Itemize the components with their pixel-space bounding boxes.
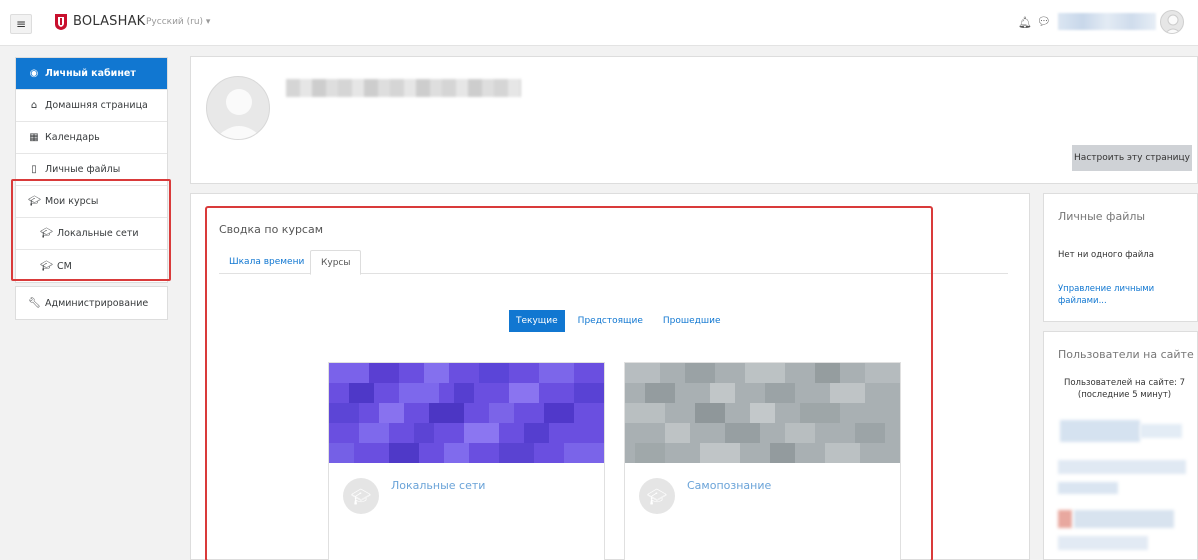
online-users-block: Пользователи на сайте Пользователей на с… xyxy=(1043,331,1198,560)
profile-avatar[interactable] xyxy=(206,76,270,140)
chat-icon[interactable]: 💬︎ xyxy=(1037,15,1051,28)
filter-past[interactable]: Прошедшие xyxy=(656,310,728,332)
online-user-blurred[interactable] xyxy=(1074,510,1174,528)
nav-label: Домашняя страница xyxy=(45,100,148,111)
nav-label: Календарь xyxy=(45,132,100,143)
online-user-blurred[interactable] xyxy=(1058,482,1118,494)
manage-files-link[interactable]: Управление личными файлами... xyxy=(1058,283,1183,307)
online-user-blurred[interactable] xyxy=(1058,460,1186,474)
nav-item-home[interactable]: ⌂ Домашняя страница xyxy=(16,90,167,122)
online-user-blurred[interactable] xyxy=(1060,420,1140,442)
file-icon: ▯ xyxy=(31,164,37,175)
calendar-icon: ▦ xyxy=(29,132,39,143)
nav-item-calendar[interactable]: ▦ Календарь xyxy=(16,122,167,154)
empty-files-text: Нет ни одного файла xyxy=(1058,250,1154,260)
left-navigation: ◉ Личный кабинет ⌂ Домашняя страница ▦ К… xyxy=(15,57,168,283)
graduation-cap-icon: 🎓︎ xyxy=(343,478,379,514)
nav-label: Личные файлы xyxy=(45,164,121,175)
graduation-cap-icon: 🎓︎ xyxy=(40,228,53,239)
tab-courses[interactable]: Курсы xyxy=(310,250,362,275)
block-title: Личные файлы xyxy=(1058,210,1146,223)
customize-page-button[interactable]: Настроить эту страницу xyxy=(1072,145,1192,171)
course-image[interactable] xyxy=(625,363,900,463)
block-title: Сводка по курсам xyxy=(219,223,324,236)
course-card-self-knowledge[interactable]: 🎓︎ Самопознание xyxy=(624,362,901,560)
wrench-icon: 🔧︎ xyxy=(28,297,41,309)
graduation-cap-icon: 🎓︎ xyxy=(28,196,41,207)
course-name[interactable]: Самопознание xyxy=(687,479,771,492)
user-name-blurred[interactable] xyxy=(1058,13,1156,30)
nav-label: Локальные сети xyxy=(57,228,139,239)
logo-icon[interactable] xyxy=(54,13,68,31)
hamburger-icon[interactable]: ≡ xyxy=(10,14,32,34)
online-user-blurred[interactable] xyxy=(1058,510,1072,528)
nav-label: Личный кабинет xyxy=(45,68,136,79)
tab-timeline[interactable]: Шкала времени xyxy=(219,250,314,274)
course-overview-block: Сводка по курсам Шкала времени Курсы Тек… xyxy=(190,193,1030,560)
block-title: Пользователи на сайте xyxy=(1058,348,1194,361)
filter-future[interactable]: Предстоящие xyxy=(571,310,650,332)
nav-item-administration[interactable]: 🔧︎ Администрирование xyxy=(16,287,167,319)
brand-name[interactable]: BOLASHAK xyxy=(73,14,145,29)
nav-item-dashboard[interactable]: ◉ Личный кабинет xyxy=(16,58,167,90)
admin-navigation: 🔧︎ Администрирование xyxy=(15,286,168,320)
online-users-count: Пользователей на сайте: 7 (последние 5 м… xyxy=(1063,378,1186,400)
graduation-cap-icon: 🎓︎ xyxy=(639,478,675,514)
graduation-cap-icon: 🎓︎ xyxy=(40,260,53,272)
dashboard-icon: ◉ xyxy=(29,68,39,79)
nav-item-private-files[interactable]: ▯ Личные файлы xyxy=(16,154,167,186)
overview-tabs: Шкала времени Курсы xyxy=(219,250,1008,275)
online-user-blurred[interactable] xyxy=(1140,424,1182,438)
user-avatar[interactable] xyxy=(1160,10,1184,34)
course-filter: Текущие Предстоящие Прошедшие xyxy=(509,310,728,332)
home-icon: ⌂ xyxy=(30,100,38,111)
language-selector[interactable]: Русский (ru) ▾ xyxy=(146,17,210,27)
nav-item-my-courses[interactable]: 🎓︎ Мои курсы xyxy=(16,186,167,218)
nav-label: Администрирование xyxy=(45,297,149,309)
top-navbar: ≡ BOLASHAK Русский (ru) ▾ 🔔︎ 💬︎ xyxy=(0,0,1198,46)
filter-in-progress[interactable]: Текущие xyxy=(509,310,565,332)
course-image[interactable] xyxy=(329,363,604,463)
profile-name-blurred xyxy=(286,79,521,97)
nav-item-course-cm[interactable]: 🎓︎ СМ xyxy=(16,250,167,282)
private-files-block: Личные файлы Нет ни одного файла Управле… xyxy=(1043,193,1198,322)
nav-label: Мои курсы xyxy=(45,196,99,207)
course-card-local-networks[interactable]: 🎓︎ Локальные сети xyxy=(328,362,605,560)
bell-icon[interactable]: 🔔︎ xyxy=(1018,16,1032,29)
nav-item-course-local-networks[interactable]: 🎓︎ Локальные сети xyxy=(16,218,167,250)
nav-label: СМ xyxy=(57,260,72,272)
profile-header: Настроить эту страницу xyxy=(190,56,1198,184)
course-name[interactable]: Локальные сети xyxy=(391,479,485,492)
online-user-blurred[interactable] xyxy=(1058,536,1148,550)
